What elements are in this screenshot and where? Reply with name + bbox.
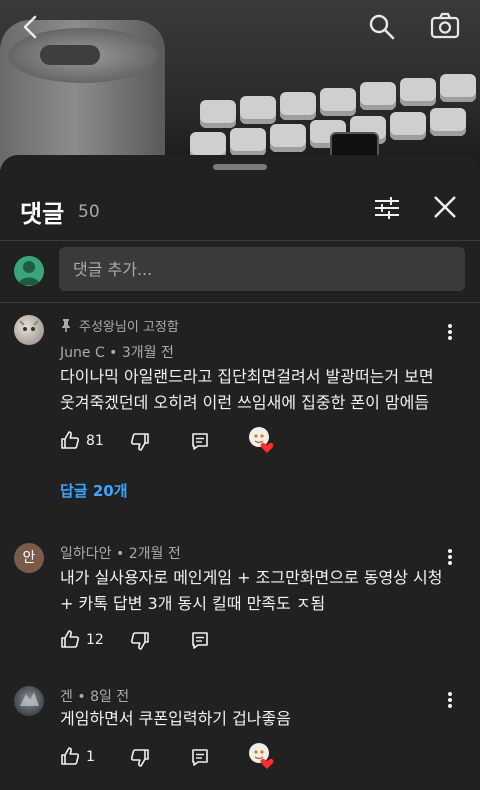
dislike-button[interactable]: [130, 748, 150, 772]
sort-filter-icon[interactable]: [373, 195, 401, 225]
comment-author[interactable]: 겐: [60, 689, 73, 705]
close-icon[interactable]: [432, 194, 458, 224]
comment-actions: 12: [60, 629, 300, 653]
comment-time: 3개월 전: [121, 345, 174, 361]
comment-meta: 일하다안 • 2개월 전: [60, 543, 181, 563]
creator-heart-icon: [248, 426, 276, 458]
dislike-button[interactable]: [130, 631, 150, 655]
reply-button[interactable]: [190, 630, 210, 654]
comments-sheet: 댓글 50 주성왕님이 고정함: [0, 155, 480, 790]
comment-text-line: 내가 실사용자로 메인게임 + 조그만화면으로 동영상 시청: [60, 568, 443, 587]
video-top-bar: [0, 0, 480, 56]
comment-item: 겐 • 8일 전 게임하면서 쿠폰입력하기 겁나좋음 1: [0, 682, 480, 782]
comment-item: 안 일하다안 • 2개월 전 내가 실사용자로 메인게임 + 조그만화면으로 동…: [0, 539, 480, 659]
comment-text: 내가 실사용자로 메인게임 + 조그만화면으로 동영상 시청 + 카톡 답변 3…: [60, 565, 460, 617]
camera-icon[interactable]: [430, 12, 460, 44]
comments-count: 50: [78, 202, 100, 222]
like-count: 81: [86, 433, 104, 449]
comment-actions: 1: [60, 743, 300, 772]
search-icon[interactable]: [368, 13, 396, 45]
meta-separator: •: [109, 345, 122, 361]
comment-time: 8일 전: [90, 689, 130, 705]
header-divider: [0, 240, 480, 241]
pin-icon: [60, 317, 72, 336]
meta-separator: •: [77, 689, 91, 705]
comments-header: 댓글 50: [0, 185, 480, 235]
like-count: 12: [86, 632, 104, 648]
comment-item: 주성왕님이 고정함 June C • 3개월 전 다이나믹 아일랜드라고 집단최…: [0, 310, 480, 500]
pinned-label: 주성왕님이 고정함: [79, 320, 179, 335]
drag-handle[interactable]: [213, 164, 267, 170]
comment-actions: 81: [60, 427, 300, 456]
avatar[interactable]: [14, 315, 44, 345]
back-arrow-icon[interactable]: [18, 14, 44, 44]
more-options-icon[interactable]: [446, 322, 454, 346]
reply-button[interactable]: [190, 747, 210, 771]
more-options-icon[interactable]: [446, 690, 454, 714]
like-button[interactable]: [60, 430, 80, 454]
comment-meta: June C • 3개월 전: [60, 342, 174, 362]
comment-time: 2개월 전: [128, 546, 181, 562]
avatar[interactable]: [14, 686, 44, 716]
creator-heart-icon: [248, 742, 276, 774]
more-options-icon[interactable]: [446, 547, 454, 571]
dislike-button[interactable]: [130, 432, 150, 456]
comment-text-line: 웃겨죽겠던데 오히려 이런 쓰임새에 집중한 폰이 맘에듬: [60, 393, 430, 412]
meta-separator: •: [115, 546, 129, 562]
comment-text-line: 게임하면서 쿠폰입력하기 겁나좋음: [60, 709, 291, 728]
input-divider: [0, 302, 480, 303]
like-count: 1: [86, 749, 95, 765]
reply-button[interactable]: [190, 431, 210, 455]
like-button[interactable]: [60, 746, 80, 770]
replies-link[interactable]: 답글 20개: [60, 480, 128, 501]
comment-author[interactable]: 일하다안: [60, 546, 112, 562]
comment-text-line: 다이나믹 아일랜드라고 집단최면걸려서 발광떠는거 보면: [60, 367, 434, 386]
avatar-letter: 안: [22, 550, 36, 566]
comment-text: 게임하면서 쿠폰입력하기 겁나좋음: [60, 706, 460, 732]
like-button[interactable]: [60, 629, 80, 653]
comment-meta: 겐 • 8일 전: [60, 686, 129, 706]
add-comment-row: [0, 247, 480, 293]
avatar[interactable]: 안: [14, 543, 44, 573]
add-comment-input[interactable]: [59, 247, 465, 291]
comment-author[interactable]: June C: [60, 345, 105, 361]
user-avatar-icon: [14, 256, 44, 286]
comment-text: 다이나믹 아일랜드라고 집단최면걸려서 발광떠는거 보면 웃겨죽겠던데 오히려 …: [60, 364, 460, 416]
comment-text-line: + 카톡 답변 3개 동시 킬때 만족도 ㅈ됨: [60, 594, 326, 613]
comments-title: 댓글: [20, 200, 65, 228]
